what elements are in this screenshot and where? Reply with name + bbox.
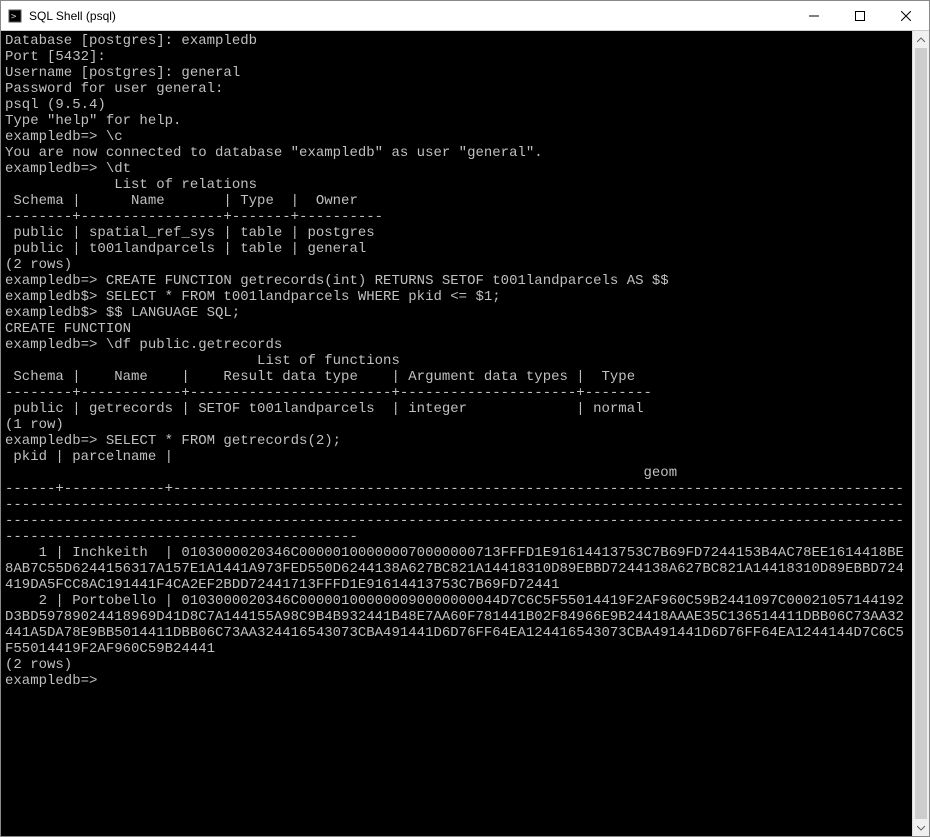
close-button[interactable] <box>883 1 929 30</box>
chevron-down-icon <box>917 825 925 831</box>
terminal-line: Schema | Name | Result data type | Argum… <box>5 369 908 385</box>
terminal-line: (2 rows) <box>5 657 908 673</box>
terminal-line: CREATE FUNCTION <box>5 321 908 337</box>
vertical-scrollbar[interactable] <box>912 31 929 836</box>
terminal-line: exampledb=> \c <box>5 129 908 145</box>
terminal-line: exampledb$> $$ LANGUAGE SQL; <box>5 305 908 321</box>
terminal-line: (1 row) <box>5 417 908 433</box>
terminal-line: Schema | Name | Type | Owner <box>5 193 908 209</box>
titlebar: > SQL Shell (psql) <box>1 1 929 31</box>
close-icon <box>901 11 911 21</box>
terminal-line: 2 | Portobello | 0103000020346C000001000… <box>5 593 908 657</box>
maximize-icon <box>855 11 865 21</box>
terminal-line: 1 | Inchkeith | 0103000020346C0000010000… <box>5 545 908 593</box>
chevron-up-icon <box>917 37 925 43</box>
terminal-line: Database [postgres]: exampledb <box>5 33 908 49</box>
terminal-line: public | spatial_ref_sys | table | postg… <box>5 225 908 241</box>
terminal-line: --------+------------+------------------… <box>5 385 908 401</box>
terminal-output[interactable]: Database [postgres]: exampledbPort [5432… <box>1 31 912 836</box>
minimize-button[interactable] <box>791 1 837 30</box>
terminal-line: Password for user general: <box>5 81 908 97</box>
terminal-line: List of functions <box>5 353 908 369</box>
scroll-up-arrow[interactable] <box>913 31 929 48</box>
terminal-line: exampledb$> SELECT * FROM t001landparcel… <box>5 289 908 305</box>
terminal-line: exampledb=> \df public.getrecords <box>5 337 908 353</box>
terminal-line: exampledb=> \dt <box>5 161 908 177</box>
terminal-line: ------+------------+--------------------… <box>5 481 908 545</box>
window-title: SQL Shell (psql) <box>29 9 791 23</box>
window-controls <box>791 1 929 30</box>
terminal-line: Port [5432]: <box>5 49 908 65</box>
terminal-line: --------+-----------------+-------+-----… <box>5 209 908 225</box>
terminal-line: exampledb=> SELECT * FROM getrecords(2); <box>5 433 908 449</box>
terminal-line: psql (9.5.4) <box>5 97 908 113</box>
terminal-line: public | getrecords | SETOF t001landparc… <box>5 401 908 417</box>
scroll-down-arrow[interactable] <box>913 819 929 836</box>
application-window: > SQL Shell (psql) Datab <box>0 0 930 837</box>
content-area: Database [postgres]: exampledbPort [5432… <box>1 31 929 836</box>
terminal-line: You are now connected to database "examp… <box>5 145 908 161</box>
minimize-icon <box>809 11 819 21</box>
maximize-button[interactable] <box>837 1 883 30</box>
terminal-line: pkid | parcelname | <box>5 449 908 465</box>
terminal-line: (2 rows) <box>5 257 908 273</box>
terminal-line: List of relations <box>5 177 908 193</box>
app-icon: > <box>7 8 23 24</box>
svg-text:>: > <box>11 12 17 22</box>
terminal-line: public | t001landparcels | table | gener… <box>5 241 908 257</box>
terminal-line: exampledb=> CREATE FUNCTION getrecords(i… <box>5 273 908 289</box>
scroll-thumb[interactable] <box>915 48 927 819</box>
scroll-track[interactable] <box>913 48 929 819</box>
terminal-line: exampledb=> <box>5 673 908 689</box>
terminal-line: geom <box>5 465 908 481</box>
terminal-line: Type "help" for help. <box>5 113 908 129</box>
terminal-line: Username [postgres]: general <box>5 65 908 81</box>
